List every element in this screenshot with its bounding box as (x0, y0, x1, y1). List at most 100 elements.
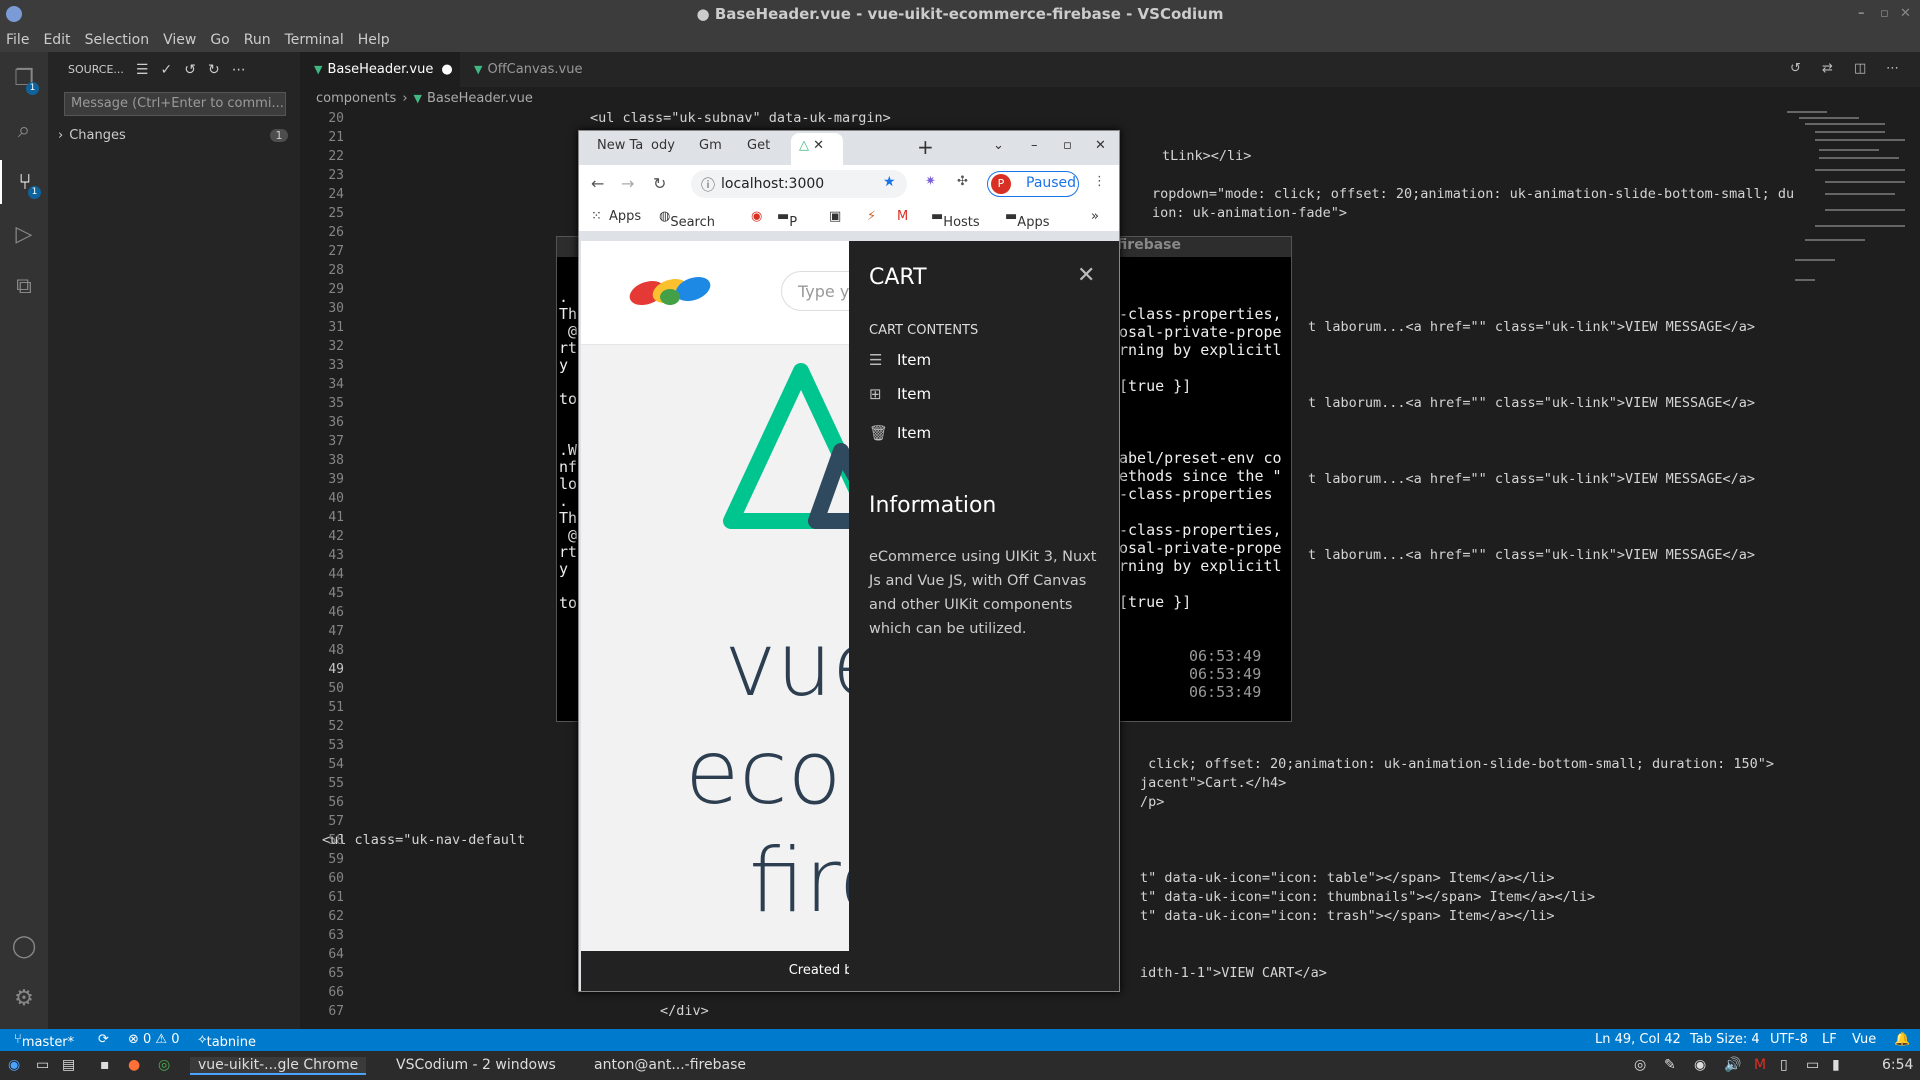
maximize-icon[interactable]: ▫ (1880, 6, 1889, 21)
battery-icon[interactable]: ▮ (1832, 1057, 1840, 1073)
close-icon[interactable]: ✕ (1077, 263, 1095, 288)
bookmark-folder-p[interactable]: ▬ P (777, 209, 797, 230)
minimap[interactable] (1785, 109, 1910, 309)
back-icon[interactable]: ← (591, 174, 604, 193)
chrome-icon[interactable]: ◎ (158, 1057, 170, 1073)
bookmark-m-icon[interactable]: ◉ (751, 209, 762, 224)
site-logo-icon[interactable] (625, 273, 715, 309)
active-chrome-tab[interactable]: △ ✕ (791, 133, 843, 165)
menu-view[interactable]: View (163, 32, 196, 48)
more-actions-icon[interactable]: ⋯ (1886, 61, 1899, 76)
language-mode[interactable]: Vue (1852, 1032, 1876, 1047)
changes-group[interactable]: › Changes 1 (58, 124, 288, 146)
cursor-position[interactable]: Ln 49, Col 42 (1595, 1032, 1681, 1047)
tray-pen-icon[interactable]: ✎ (1664, 1057, 1676, 1073)
explorer-icon[interactable]: ❐ 1 (0, 56, 48, 100)
firefox-icon[interactable]: ● (128, 1057, 140, 1073)
bookmark-folder-apps[interactable]: ▬ Apps (1005, 209, 1049, 230)
line-number: 26 (328, 225, 344, 240)
source-control-icon[interactable]: ⑂ 1 (0, 160, 48, 204)
problems-indicator[interactable]: ⊗ 0 ⚠ 0 (128, 1032, 180, 1047)
file-manager-icon[interactable]: ▤ (62, 1057, 75, 1073)
clipboard-icon[interactable]: ▯ (1780, 1057, 1788, 1073)
tab-search-icon[interactable]: ⌄ (993, 138, 1004, 153)
volume-icon[interactable]: 🔊 (1724, 1057, 1741, 1073)
settings-gear-icon[interactable]: ⚙ (0, 976, 48, 1020)
chrome-menu-icon[interactable]: ⋮ (1093, 174, 1106, 189)
cart-item[interactable]: 🗑 Item (869, 424, 931, 442)
terminal-icon[interactable]: ▪ (100, 1057, 110, 1073)
sync-icon[interactable]: ⟳ (98, 1032, 109, 1047)
modified-dot-icon[interactable]: ● (441, 62, 452, 77)
refresh-icon[interactable]: ↻ (208, 62, 220, 78)
extensions-puzzle-icon[interactable]: ✣ (957, 174, 968, 189)
view-tree-icon[interactable]: ☰ (136, 62, 149, 78)
cart-item[interactable]: ☰ Item (869, 351, 931, 369)
menu-file[interactable]: File (6, 32, 29, 48)
bookmark-search[interactable]: ◍ Search (659, 209, 715, 230)
minimize-icon[interactable]: – (1858, 6, 1865, 21)
tab-size[interactable]: Tab Size: 4 (1690, 1032, 1760, 1047)
history-icon[interactable]: ↺ (184, 62, 196, 78)
close-icon[interactable]: ✕ (1900, 6, 1911, 21)
line-number: 57 (328, 814, 344, 829)
close-icon[interactable]: ✕ (1095, 138, 1106, 153)
chrome-window[interactable]: New Ta ody Gm Get △ ✕ + ⌄ – ▫ ✕ ← → ↻ ⓘ l… (578, 130, 1120, 992)
menu-edit[interactable]: Edit (43, 32, 70, 48)
notifications-bell-icon[interactable]: 🔔 (1894, 1032, 1910, 1047)
chrome-tab[interactable]: Get (747, 138, 770, 153)
bookmark-folder-hosts[interactable]: ▬ Hosts (931, 209, 980, 230)
extensions-icon[interactable]: ⧉ (0, 264, 48, 308)
tray-icon[interactable]: ◉ (1694, 1057, 1706, 1073)
tab-offcanvas[interactable]: ▼ OffCanvas.vue (460, 52, 596, 87)
menu-terminal[interactable]: Terminal (285, 32, 344, 48)
taskbar-terminal[interactable]: anton@ant...-firebase (594, 1057, 746, 1073)
more-actions-icon[interactable]: ⋯ (232, 62, 246, 78)
run-debug-icon[interactable]: ▷ (0, 212, 48, 256)
tray-mega-icon[interactable]: M (1754, 1057, 1766, 1073)
encoding[interactable]: UTF-8 (1770, 1032, 1808, 1047)
commit-message-input[interactable]: Message (Ctrl+Enter to commi... (64, 92, 286, 116)
tab-baseheader[interactable]: ▼ BaseHeader.vue ● (300, 52, 460, 87)
reload-icon[interactable]: ↻ (653, 174, 666, 193)
bookmark-apps[interactable]: Apps (609, 209, 641, 224)
new-tab-icon[interactable]: + (917, 135, 934, 159)
open-changes-icon[interactable]: ⇄ (1822, 61, 1833, 76)
apps-grid-icon[interactable]: ⁙ (591, 209, 602, 224)
chrome-tab[interactable]: New Ta (597, 138, 643, 153)
extension-icon[interactable]: ✷ (925, 174, 936, 189)
search-icon[interactable]: ⌕ (0, 108, 48, 152)
branch-indicator[interactable]: ⑂ master* (14, 1032, 74, 1050)
bookmark-star-icon[interactable]: ★ (883, 174, 896, 190)
commit-check-icon[interactable]: ✓ (160, 62, 172, 78)
gmail-icon[interactable]: M (897, 209, 908, 224)
chrome-tab[interactable]: Gm (699, 138, 722, 153)
tray-chrome-icon[interactable]: ◎ (1634, 1057, 1646, 1073)
chrome-tab[interactable]: ody (651, 138, 675, 153)
start-menu-icon[interactable]: ◉ (8, 1057, 20, 1073)
split-editor-icon[interactable]: ◫ (1854, 61, 1866, 76)
tabnine-indicator[interactable]: ⟡ tabnine (198, 1032, 256, 1050)
timeline-icon[interactable]: ↺ (1790, 61, 1801, 76)
cart-item[interactable]: ⊞ Item (869, 385, 931, 403)
taskbar-vscodium[interactable]: VSCodium - 2 windows (396, 1057, 556, 1073)
more-bookmarks-icon[interactable]: » (1091, 209, 1099, 224)
bookmark-icon[interactable]: ⚡ (867, 209, 876, 224)
menu-run[interactable]: Run (244, 32, 271, 48)
tray-display-icon[interactable]: ▭ (1806, 1057, 1819, 1073)
account-icon[interactable]: ◯ (0, 924, 48, 968)
breadcrumb-file[interactable]: BaseHeader.vue (427, 91, 533, 106)
desktop-icon[interactable]: ▭ (36, 1057, 49, 1073)
forward-icon[interactable]: → (621, 174, 634, 193)
breadcrumb-folder[interactable]: components (316, 91, 396, 106)
menu-help[interactable]: Help (358, 32, 390, 48)
menu-selection[interactable]: Selection (85, 32, 150, 48)
taskbar-chrome[interactable]: vue-uikit-...gle Chrome (190, 1057, 367, 1075)
minimize-icon[interactable]: – (1031, 138, 1038, 153)
maximize-icon[interactable]: ▫ (1063, 138, 1072, 153)
line-ending[interactable]: LF (1822, 1032, 1837, 1047)
paused-sync-button[interactable]: Paused (987, 171, 1079, 197)
address-bar[interactable]: ⓘ localhost:3000 ★ (691, 170, 907, 198)
menu-go[interactable]: Go (210, 32, 229, 48)
bookmark-icon[interactable]: ▣ (829, 209, 841, 224)
